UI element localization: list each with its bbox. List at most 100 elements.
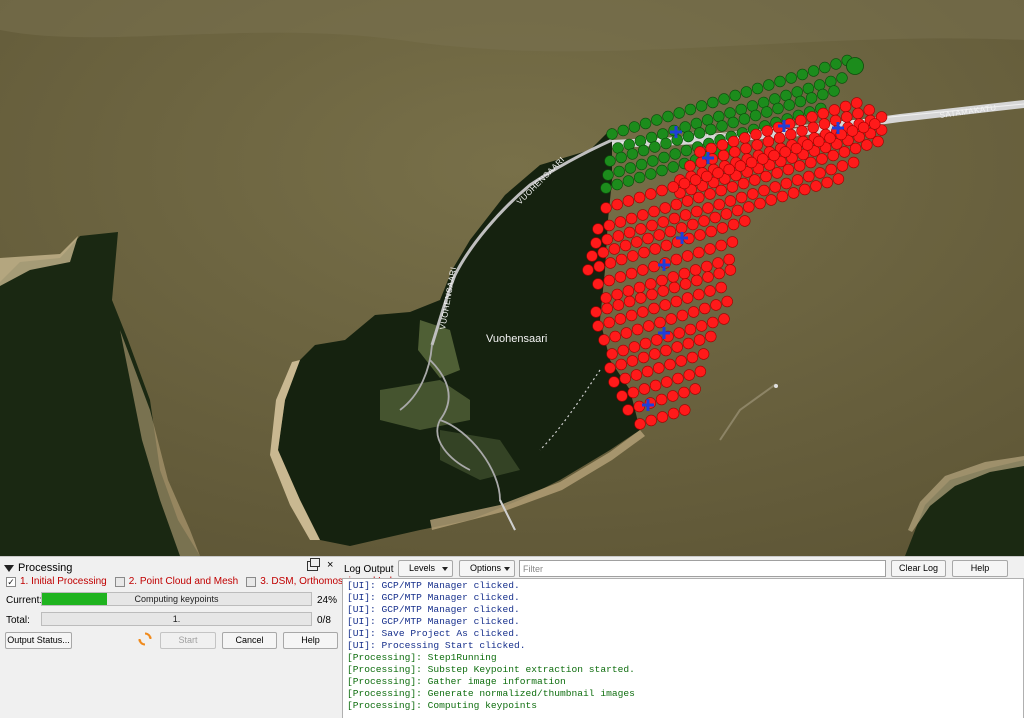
image-position-marker[interactable]	[814, 167, 826, 179]
image-position-marker[interactable]	[681, 195, 694, 207]
image-position-marker[interactable]	[600, 202, 612, 214]
image-position-marker[interactable]	[807, 65, 820, 77]
image-position-marker[interactable]	[654, 316, 666, 329]
map-view[interactable]: Vuohensaari VUOHENSAARI VUOHENSAARI SATA…	[0, 0, 1024, 556]
image-position-marker[interactable]	[757, 153, 769, 165]
image-position-marker[interactable]	[782, 163, 795, 176]
image-position-marker[interactable]	[739, 215, 751, 227]
image-position-marker[interactable]	[675, 222, 688, 234]
image-position-marker[interactable]	[656, 164, 668, 177]
image-position-marker[interactable]	[598, 334, 610, 346]
image-position-marker[interactable]	[735, 103, 747, 116]
image-position-marker[interactable]	[772, 102, 784, 115]
image-position-marker[interactable]	[637, 264, 649, 276]
image-position-marker[interactable]	[712, 257, 724, 269]
image-position-marker[interactable]	[667, 407, 680, 420]
image-position-marker[interactable]	[637, 306, 649, 318]
image-position-marker[interactable]	[796, 68, 809, 81]
image-position-marker[interactable]	[626, 148, 639, 160]
image-position-marker[interactable]	[720, 208, 733, 220]
image-position-marker[interactable]	[716, 222, 729, 234]
image-position-marker[interactable]	[622, 195, 635, 207]
image-position-marker[interactable]	[668, 281, 681, 294]
image-position-marker[interactable]	[659, 202, 671, 214]
step-initial-processing[interactable]: ✓ 1. Initial Processing	[6, 576, 107, 587]
image-position-marker[interactable]	[678, 386, 690, 399]
image-position-marker[interactable]	[600, 182, 612, 194]
image-position-marker[interactable]	[687, 218, 699, 231]
close-icon[interactable]: ×	[327, 559, 333, 571]
image-position-marker[interactable]	[707, 316, 719, 329]
image-position-marker[interactable]	[762, 135, 775, 148]
image-position-marker[interactable]	[758, 184, 770, 197]
image-position-marker[interactable]	[686, 351, 699, 364]
image-position-marker[interactable]	[699, 302, 711, 315]
image-position-marker[interactable]	[592, 278, 604, 290]
image-position-marker[interactable]	[626, 355, 639, 367]
image-position-marker[interactable]	[716, 120, 728, 132]
image-position-marker[interactable]	[623, 295, 636, 308]
image-position-marker[interactable]	[612, 230, 625, 242]
image-position-marker[interactable]	[608, 243, 621, 255]
image-position-marker[interactable]	[739, 132, 751, 144]
image-position-marker[interactable]	[847, 156, 860, 169]
image-position-marker[interactable]	[639, 117, 652, 130]
image-position-marker[interactable]	[768, 149, 780, 162]
image-position-marker[interactable]	[810, 180, 822, 192]
image-position-marker[interactable]	[648, 205, 660, 218]
collapse-triangle-icon[interactable]	[4, 564, 14, 572]
image-position-marker[interactable]	[724, 264, 737, 276]
image-position-marker[interactable]	[694, 229, 706, 241]
image-position-marker[interactable]	[679, 404, 691, 416]
image-position-marker[interactable]	[617, 344, 629, 357]
image-position-marker[interactable]	[592, 223, 604, 235]
image-position-marker[interactable]	[828, 85, 840, 97]
image-position-marker[interactable]	[773, 132, 786, 144]
image-position-marker[interactable]	[749, 109, 762, 122]
image-position-marker[interactable]	[672, 372, 684, 385]
image-position-marker[interactable]	[634, 418, 646, 430]
image-position-marker[interactable]	[857, 121, 870, 134]
image-position-marker[interactable]	[747, 188, 759, 200]
image-position-marker[interactable]	[727, 218, 740, 231]
image-position-marker[interactable]	[754, 197, 766, 210]
image-position-marker[interactable]	[705, 123, 717, 136]
image-position-marker[interactable]	[657, 285, 669, 297]
image-position-marker[interactable]	[790, 142, 803, 155]
image-position-marker[interactable]	[582, 264, 594, 276]
image-position-marker[interactable]	[721, 295, 733, 308]
image-position-marker[interactable]	[655, 393, 668, 406]
levels-dropdown[interactable]: Levels	[398, 560, 453, 577]
image-position-marker[interactable]	[821, 176, 833, 189]
image-position-marker[interactable]	[646, 219, 658, 232]
image-position-marker[interactable]	[803, 170, 815, 183]
image-position-marker[interactable]	[625, 212, 638, 225]
image-position-marker[interactable]	[727, 116, 739, 129]
image-position-marker[interactable]	[795, 114, 807, 127]
image-position-marker[interactable]	[661, 376, 673, 388]
image-position-marker[interactable]	[713, 198, 725, 211]
image-position-marker[interactable]	[628, 121, 641, 133]
cancel-button[interactable]: Cancel	[222, 632, 277, 649]
image-position-marker[interactable]	[727, 135, 740, 148]
step-point-cloud-mesh[interactable]: 2. Point Cloud and Mesh	[114, 576, 238, 587]
image-position-marker[interactable]	[660, 137, 672, 150]
image-position-marker[interactable]	[695, 320, 708, 332]
image-position-marker[interactable]	[863, 104, 875, 116]
image-position-marker[interactable]	[657, 128, 669, 140]
image-position-marker[interactable]	[851, 97, 863, 109]
image-position-marker[interactable]	[691, 205, 703, 218]
image-position-marker[interactable]	[799, 183, 811, 196]
image-position-marker[interactable]	[612, 299, 625, 311]
image-position-marker[interactable]	[603, 219, 615, 232]
image-position-marker[interactable]	[729, 146, 741, 158]
image-position-marker[interactable]	[642, 232, 654, 245]
image-position-marker[interactable]	[606, 128, 618, 140]
image-position-marker[interactable]	[641, 365, 654, 378]
image-position-marker[interactable]	[667, 181, 679, 193]
image-position-marker[interactable]	[681, 250, 694, 262]
image-position-marker[interactable]	[660, 344, 672, 357]
image-position-marker[interactable]	[601, 233, 613, 246]
image-position-marker[interactable]	[745, 156, 758, 169]
clear-log-button[interactable]: Clear Log	[891, 560, 946, 577]
